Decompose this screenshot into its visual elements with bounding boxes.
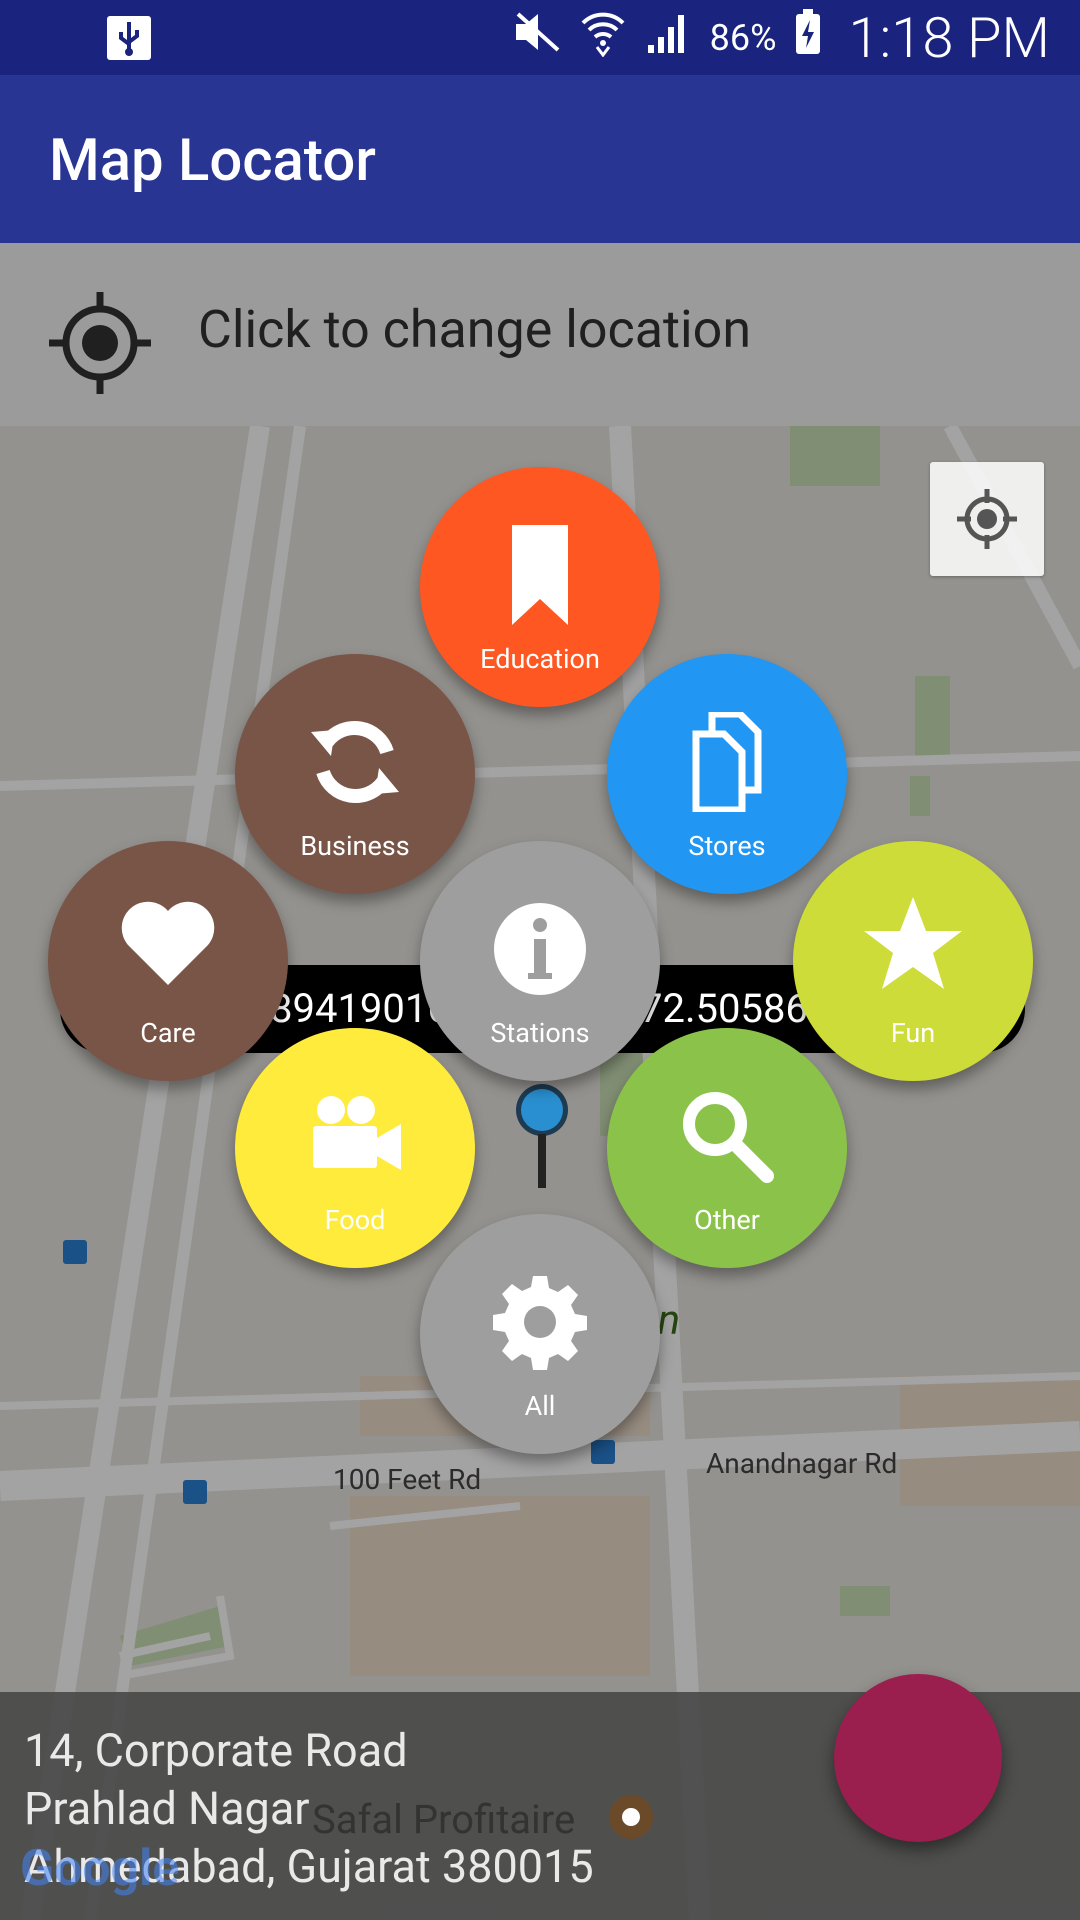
battery-percent: 86% xyxy=(709,16,777,59)
all-label: All xyxy=(524,1390,556,1422)
heart-icon xyxy=(48,893,288,993)
clock: 1:18 PM xyxy=(848,4,1050,71)
mute-icon xyxy=(512,10,562,65)
signal-icon xyxy=(644,9,692,66)
battery-charging-icon xyxy=(794,8,822,67)
education-button[interactable]: Education xyxy=(420,467,660,707)
map-pin-icon xyxy=(508,1082,578,1196)
my-location-button[interactable] xyxy=(930,462,1044,576)
other-label: Other xyxy=(694,1204,760,1236)
poi-label: Safal Profitaire xyxy=(312,1796,576,1843)
other-button[interactable]: Other xyxy=(607,1028,847,1268)
usb-icon xyxy=(105,14,153,66)
stores-label: Stores xyxy=(688,830,766,862)
poi-marker-icon xyxy=(606,1792,656,1846)
education-label: Education xyxy=(480,643,600,675)
info-icon xyxy=(420,899,660,999)
stations-label: Stations xyxy=(490,1017,590,1049)
floating-action-button[interactable] xyxy=(834,1674,1002,1842)
wifi-icon xyxy=(580,7,626,68)
app-bar: Map Locator xyxy=(0,75,1080,243)
refresh-icon xyxy=(235,712,475,812)
bookmark-icon xyxy=(420,525,660,625)
gear-icon xyxy=(420,1272,660,1372)
documents-icon xyxy=(607,712,847,812)
stations-button[interactable]: Stations xyxy=(420,841,660,1081)
care-label: Care xyxy=(140,1017,196,1049)
app-title: Map Locator xyxy=(49,127,376,195)
fun-label: Fun xyxy=(890,1017,936,1049)
status-bar: 86% 1:18 PM xyxy=(0,0,1080,75)
google-logo: Google xyxy=(20,1840,180,1898)
stores-button[interactable]: Stores xyxy=(607,654,847,894)
business-button[interactable]: Business xyxy=(235,654,475,894)
fun-button[interactable]: Fun xyxy=(793,841,1033,1081)
search-icon xyxy=(607,1086,847,1186)
food-button[interactable]: Food xyxy=(235,1028,475,1268)
business-label: Business xyxy=(300,830,410,862)
care-button[interactable]: Care xyxy=(48,841,288,1081)
star-icon xyxy=(793,893,1033,993)
all-button[interactable]: All xyxy=(420,1214,660,1454)
video-camera-icon xyxy=(235,1086,475,1186)
food-label: Food xyxy=(324,1204,386,1236)
address-line-1: 14, Corporate Road xyxy=(24,1724,408,1777)
crosshair-icon xyxy=(957,489,1017,549)
